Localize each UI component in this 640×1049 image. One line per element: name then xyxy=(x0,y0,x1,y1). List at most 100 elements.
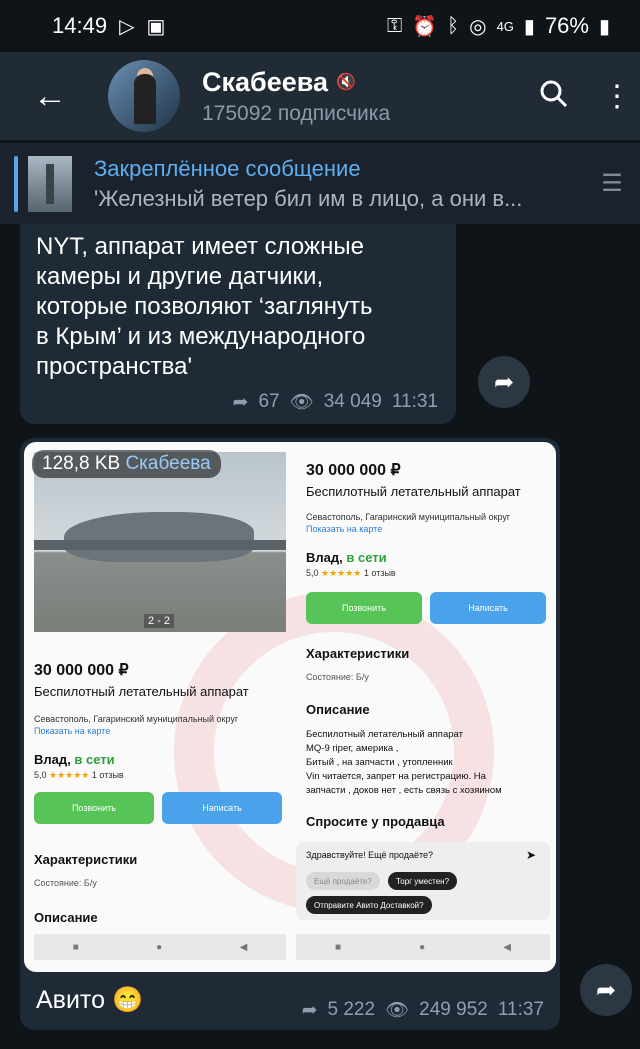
map-link[interactable]: Показать на карте xyxy=(306,524,382,534)
signal-icon: ▮ xyxy=(523,15,535,38)
forward-button[interactable]: ➦ xyxy=(580,964,632,1016)
ad-location: Севастополь, Гагаринский муниципальный о… xyxy=(306,512,511,522)
pinned-message[interactable]: Закреплённое сообщение 'Железный ветер б… xyxy=(0,142,640,224)
search-button[interactable] xyxy=(514,79,594,114)
ad-left: 2 - 2 30 000 000 ₽ Беспилотный летательн… xyxy=(34,452,286,964)
ad-title: Беспилотный летательный аппарат xyxy=(34,684,249,699)
message-meta: ➦ 5 222 👁 249 952 11:37 xyxy=(302,998,544,1022)
bluetooth-icon: ᛒ xyxy=(447,14,460,37)
forward-icon: ➦ xyxy=(493,368,515,396)
search-icon xyxy=(540,80,568,107)
network-label: 4G xyxy=(496,18,514,34)
write-button[interactable]: Написать xyxy=(162,792,282,824)
condition-text: Состояние: Б/у xyxy=(306,672,369,682)
subscriber-count: 175092 подписчика xyxy=(202,101,391,125)
seller-name: Влад, в сети xyxy=(34,752,115,767)
mute-icon: 🔇 xyxy=(336,74,356,91)
characteristics-heading: Характеристики xyxy=(306,646,410,661)
arrow-left-icon: ← xyxy=(33,76,67,115)
badge-channel: Скабеева xyxy=(125,453,211,474)
media-caption: Авито 😁 xyxy=(36,986,144,1014)
ask-seller-heading: Спросите у продавца xyxy=(306,814,445,829)
description-text: Беспилотный летательный аппарат MQ-9 rip… xyxy=(306,729,502,796)
ask-seller-box: Здравствуйте! Ещё продаёте? ➤ Ещё продаё… xyxy=(296,842,550,920)
photo-counter: 2 - 2 xyxy=(144,614,175,628)
view-count: 34 049 xyxy=(323,391,382,412)
status-time: 14:49 xyxy=(52,13,108,38)
message-bubble-media[interactable]: 128,8 KB Скабеева 2 - 2 30 000 000 ₽ Бес… xyxy=(20,438,560,1030)
back-icon: ◀ xyxy=(503,941,511,953)
message-bubble[interactable]: NYT, аппарат имеет сложные камеры и друг… xyxy=(20,224,456,424)
pinned-text: 'Железный ветер бил им в лицо, а они в..… xyxy=(94,185,523,211)
send-icon[interactable]: ➤ xyxy=(526,848,536,862)
play-icon: ▷ xyxy=(119,15,135,38)
android-navbar: ■ ● ◀ xyxy=(296,934,550,960)
share-count-icon: ➦ xyxy=(232,391,249,413)
home-icon: ● xyxy=(419,941,426,953)
seller-rating: 5,0 ★★★★★ 1 отзыв xyxy=(34,770,124,780)
media-badge: 128,8 KB Скабеева xyxy=(32,450,221,478)
status-bar: 14:49 ▷ ▣ ⚿ ⏰ ᛒ ◎ 4G ▮ 76% ▮ xyxy=(0,0,640,52)
recent-apps-icon: ■ xyxy=(72,941,79,953)
condition-text: Состояние: Б/у xyxy=(34,878,97,888)
views-icon: 👁 xyxy=(385,1000,410,1021)
hotspot-icon: ◎ xyxy=(469,15,487,38)
description-heading: Описание xyxy=(306,702,370,717)
call-button[interactable]: Позвонить xyxy=(306,592,422,624)
quick-reply-chip[interactable]: Отправите Авито Доставкой? xyxy=(306,896,432,914)
chat-prompt: Здравствуйте! Ещё продаёте? xyxy=(306,850,434,860)
ad-right: 30 000 000 ₽ Беспилотный летательный апп… xyxy=(296,452,550,964)
forward-button[interactable]: ➦ xyxy=(478,356,530,408)
key-icon: ⚿ xyxy=(386,14,403,37)
alarm-icon: ⏰ xyxy=(412,15,438,38)
share-count-icon: ➦ xyxy=(301,999,318,1021)
views-icon: 👁 xyxy=(289,392,314,413)
channel-avatar[interactable] xyxy=(108,60,180,132)
ad-price: 30 000 000 ₽ xyxy=(306,462,401,479)
more-vertical-icon: ⋮ xyxy=(602,79,632,113)
stars-icon: ★★★★★ xyxy=(49,770,90,780)
channel-title[interactable]: Скабеева 🔇 175092 подписчика xyxy=(202,67,514,126)
ad-title: Беспилотный летательный аппарат xyxy=(306,484,521,499)
pin-list-icon: ☰ xyxy=(601,170,623,197)
pinned-thumbnail xyxy=(28,155,72,212)
share-count: 67 xyxy=(258,391,280,412)
unpin-button[interactable]: ☰ xyxy=(584,169,640,198)
forward-icon: ➦ xyxy=(595,976,617,1004)
description-heading: Описание xyxy=(34,910,98,925)
online-status: в сети xyxy=(74,752,115,767)
message-time: 11:31 xyxy=(391,391,438,412)
battery-level: 76% xyxy=(544,13,589,38)
message-time: 11:37 xyxy=(497,999,544,1020)
ad-price: 30 000 000 ₽ xyxy=(34,662,129,679)
view-count: 249 952 xyxy=(419,999,488,1020)
pinned-title: Закреплённое сообщение xyxy=(94,155,361,181)
map-link[interactable]: Показать на карте xyxy=(34,726,110,736)
quick-reply-chip[interactable]: Ещё продаёте? xyxy=(306,872,380,890)
message-text: NYT, аппарат имеет сложные камеры и друг… xyxy=(36,233,373,380)
file-size: 128,8 KB xyxy=(42,453,121,474)
drone-photo: 2 - 2 xyxy=(34,452,286,632)
seller-rating: 5,0 ★★★★★ 1 отзыв xyxy=(306,568,396,578)
channel-name: Скабеева xyxy=(202,66,328,97)
quick-reply-chip[interactable]: Торг уместен? xyxy=(388,872,458,890)
more-menu-button[interactable]: ⋮ xyxy=(594,79,640,114)
battery-icon: ▮ xyxy=(598,15,610,38)
back-icon: ◀ xyxy=(239,941,248,953)
screenshot-image[interactable]: 128,8 KB Скабеева 2 - 2 30 000 000 ₽ Бес… xyxy=(24,442,556,972)
gallery-icon: ▣ xyxy=(146,15,166,38)
android-navbar: ■ ● ◀ xyxy=(34,934,286,960)
message-meta: ➦ 67 👁 34 049 11:31 xyxy=(233,390,438,414)
share-count: 5 222 xyxy=(327,999,376,1020)
seller-name: Влад, в сети xyxy=(306,550,387,565)
back-button[interactable]: ← xyxy=(0,77,100,116)
channel-header: ← Скабеева 🔇 175092 подписчика ⋮ xyxy=(0,52,640,140)
stars-icon: ★★★★★ xyxy=(321,568,362,578)
recent-apps-icon: ■ xyxy=(335,941,342,953)
online-status: в сети xyxy=(346,550,387,565)
home-icon: ● xyxy=(156,941,163,953)
ad-location: Севастополь, Гагаринский муниципальный о… xyxy=(34,714,239,724)
characteristics-heading: Характеристики xyxy=(34,852,138,867)
call-button[interactable]: Позвонить xyxy=(34,792,154,824)
write-button[interactable]: Написать xyxy=(430,592,546,624)
